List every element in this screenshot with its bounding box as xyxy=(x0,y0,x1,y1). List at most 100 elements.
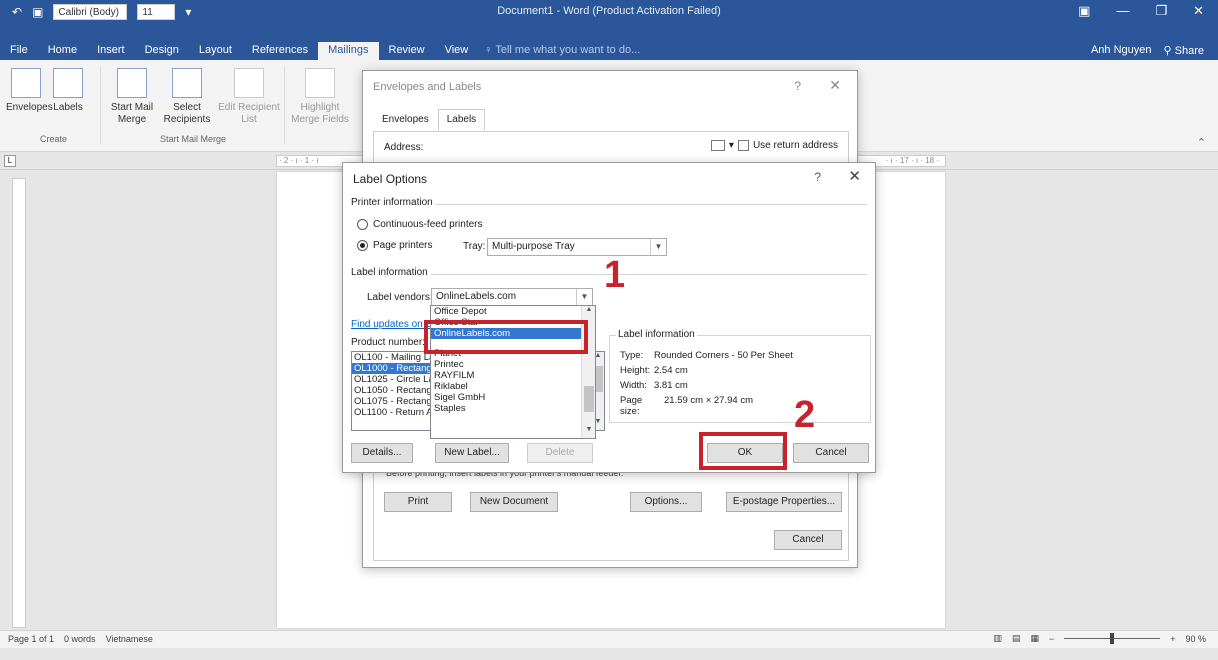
close-icon[interactable]: ✕ xyxy=(829,77,841,94)
collapse-ribbon-icon[interactable]: ⌃ xyxy=(1197,136,1206,149)
group-separator xyxy=(284,66,285,144)
scroll-up-icon[interactable]: ▲ xyxy=(582,306,596,318)
labels-button[interactable]: Labels xyxy=(50,68,86,114)
info-pagesize-row: Page size: 21.59 cm × 27.94 cm xyxy=(620,395,753,417)
radio-icon xyxy=(357,219,368,230)
options-button[interactable]: Options... xyxy=(630,492,702,512)
page-count[interactable]: Page 1 of 1 xyxy=(8,634,54,644)
chevron-down-icon[interactable]: ▼ xyxy=(576,289,592,305)
info-height-value: 2.54 cm xyxy=(654,365,688,376)
print-layout-icon[interactable]: ▤ xyxy=(1012,633,1021,644)
new-document-button[interactable]: New Document xyxy=(470,492,558,512)
ruler-left-marks: · 2 · ı · 1 · ı xyxy=(279,156,319,165)
zoom-slider-knob[interactable] xyxy=(1110,633,1115,644)
select-recipients-label: Select Recipients xyxy=(163,102,211,125)
use-return-address-checkbox[interactable] xyxy=(737,140,749,151)
highlight-merge-fields-button[interactable]: Highlight Merge Fields xyxy=(288,68,352,126)
ruler-right-marks: · ı · 17 · ı · 18 · xyxy=(885,156,939,165)
return-address-area: ▾ Use return address xyxy=(710,140,838,151)
dialog-tabs: Envelopes Labels xyxy=(373,109,486,130)
info-type-label: Type: xyxy=(620,350,644,361)
tab-home[interactable]: Home xyxy=(38,42,87,60)
address-label: Address: xyxy=(384,142,424,153)
start-mail-merge-button[interactable]: Start Mail Merge xyxy=(104,68,160,126)
tell-me-box[interactable]: ♀ Tell me what you want to do... xyxy=(484,42,640,60)
dialog-title: Label Options xyxy=(353,172,428,186)
tab-file[interactable]: File xyxy=(0,42,38,60)
tab-selector[interactable]: L xyxy=(4,155,16,167)
print-button[interactable]: Print xyxy=(384,492,452,512)
tab-view[interactable]: View xyxy=(435,42,479,60)
tray-value: Multi-purpose Tray xyxy=(492,241,575,252)
share-button[interactable]: ⚲ Share xyxy=(1164,44,1204,57)
tab-envelopes[interactable]: Envelopes xyxy=(373,109,438,130)
epostage-properties-button[interactable]: E-postage Properties... xyxy=(726,492,842,512)
tab-review[interactable]: Review xyxy=(379,42,435,60)
close-icon[interactable]: ✕ xyxy=(848,167,861,185)
maximize-icon[interactable]: ❐ xyxy=(1155,3,1167,19)
help-icon[interactable]: ? xyxy=(794,79,801,93)
info-pagesize-value: 21.59 cm × 27.94 cm xyxy=(664,395,753,406)
delete-button[interactable]: Delete xyxy=(527,443,593,463)
continuous-feed-radio[interactable]: Continuous-feed printers xyxy=(357,219,483,230)
person-icon: ⚲ xyxy=(1163,45,1175,57)
zoom-out-icon[interactable]: − xyxy=(1049,634,1054,644)
select-recipients-button[interactable]: Select Recipients xyxy=(160,68,214,126)
status-right: ▥ ▤ ▦ − + 90 % xyxy=(993,633,1206,644)
envelopes-button[interactable]: Envelopes xyxy=(6,68,53,114)
vendor-item[interactable]: RAYFILM xyxy=(431,370,595,381)
tab-labels[interactable]: Labels xyxy=(437,109,486,130)
page-printers-radio[interactable]: Page printers xyxy=(357,240,432,251)
user-name[interactable]: Anh Nguyen xyxy=(1091,44,1152,57)
start-mail-merge-label: Start Mail Merge xyxy=(110,102,154,125)
chevron-down-icon[interactable]: ▾ xyxy=(729,140,734,151)
vendor-item[interactable]: Printec xyxy=(431,359,595,370)
tray-select[interactable]: Multi-purpose Tray ▼ xyxy=(487,238,667,256)
cancel-button[interactable]: Cancel xyxy=(774,530,842,550)
tab-references[interactable]: References xyxy=(242,42,318,60)
language[interactable]: Vietnamese xyxy=(106,634,153,644)
close-icon[interactable]: ✕ xyxy=(1193,3,1204,19)
vendor-item[interactable]: Riklabel xyxy=(431,381,595,392)
details-button[interactable]: Details... xyxy=(351,443,413,463)
highlight-icon xyxy=(305,68,335,98)
tab-mailings[interactable]: Mailings xyxy=(318,42,379,60)
continuous-feed-label: Continuous-feed printers xyxy=(373,219,483,230)
vertical-ruler[interactable] xyxy=(12,178,26,628)
group-create-label: Create xyxy=(40,134,68,144)
zoom-in-icon[interactable]: + xyxy=(1170,634,1175,644)
zoom-slider[interactable] xyxy=(1064,633,1161,644)
group-separator xyxy=(100,66,101,144)
info-type-row: Type: Rounded Corners - 50 Per Sheet xyxy=(620,350,793,361)
new-label-button[interactable]: New Label... xyxy=(435,443,509,463)
minimize-icon[interactable]: — xyxy=(1116,3,1129,19)
vendor-item[interactable]: Sigel GmbH xyxy=(431,392,595,403)
lightbulb-icon: ♀ xyxy=(484,44,496,56)
tab-design[interactable]: Design xyxy=(135,42,189,60)
vendor-item[interactable]: Office Depot xyxy=(431,306,595,317)
ribbon-display-icon[interactable]: ▣ xyxy=(1078,3,1090,19)
vendor-item[interactable]: Staples xyxy=(431,403,595,414)
tab-insert[interactable]: Insert xyxy=(87,42,135,60)
scroll-down-icon[interactable]: ▼ xyxy=(582,426,596,438)
word-count[interactable]: 0 words xyxy=(64,634,96,644)
ribbon-tabs: File Home Insert Design Layout Reference… xyxy=(0,42,640,60)
edit-list-icon xyxy=(234,68,264,98)
help-icon[interactable]: ? xyxy=(814,170,821,184)
share-label: Share xyxy=(1174,45,1204,57)
address-book-icon[interactable] xyxy=(710,140,725,151)
zoom-level[interactable]: 90 % xyxy=(1185,634,1206,644)
edit-recipient-list-label: Edit Recipient List xyxy=(218,102,280,125)
title-bar: ↶ ▣ Calibri (Body) 11 ▾ Document1 - Word… xyxy=(0,0,1218,24)
product-number-label: Product number: xyxy=(351,337,425,348)
tab-layout[interactable]: Layout xyxy=(189,42,242,60)
highlight-box-ok xyxy=(699,432,787,470)
edit-recipient-list-button[interactable]: Edit Recipient List xyxy=(216,68,282,126)
web-layout-icon[interactable]: ▦ xyxy=(1030,633,1039,644)
chevron-down-icon[interactable]: ▼ xyxy=(650,239,666,255)
scroll-thumb[interactable] xyxy=(584,386,594,412)
cancel-button[interactable]: Cancel xyxy=(793,443,869,463)
read-mode-icon[interactable]: ▥ xyxy=(993,633,1002,644)
labels-icon xyxy=(53,68,83,98)
label-vendors-select[interactable]: OnlineLabels.com ▼ xyxy=(431,288,593,306)
